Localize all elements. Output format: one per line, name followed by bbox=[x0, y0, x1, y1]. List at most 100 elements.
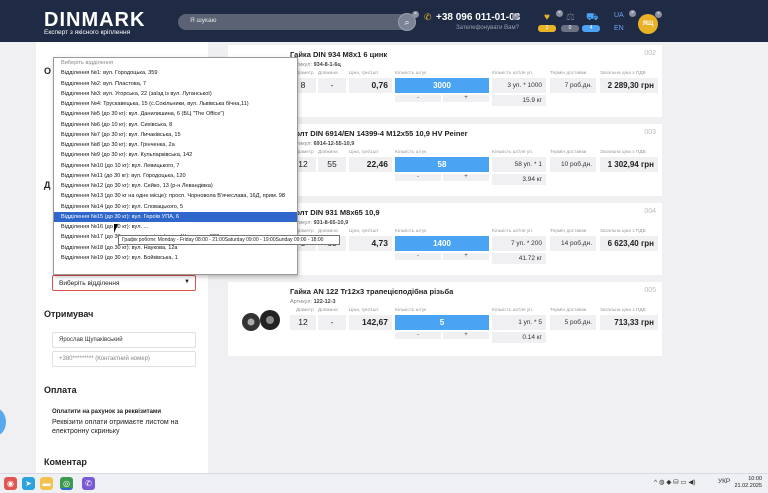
section-heading: О bbox=[44, 66, 52, 76]
increase-button[interactable]: + bbox=[443, 174, 489, 181]
search-input[interactable]: Я шукаю ⌕ bbox=[178, 13, 416, 31]
quantity-input[interactable]: 5 bbox=[395, 315, 489, 330]
product-title[interactable]: Гайка DIN 934 M8x1 6 цинк bbox=[290, 50, 387, 59]
dropdown-option[interactable]: Відділення №12 (до 30 кг): вул. Сейко, 1… bbox=[54, 181, 297, 191]
cart-icon[interactable]: ⛟ bbox=[586, 12, 599, 25]
avatar[interactable]: ЯЩ bbox=[638, 14, 658, 34]
phone-number[interactable]: +38 096 011-01-03 bbox=[436, 12, 520, 23]
dropdown-option[interactable]: Відділення №3: вул. Угорська, 22 (заїзд … bbox=[54, 89, 297, 99]
compare-icon[interactable]: ⚖ bbox=[566, 12, 575, 23]
clock-date: 21.02.2025 bbox=[734, 483, 762, 489]
counter-badge: 4 bbox=[582, 25, 600, 32]
dropdown-option[interactable]: Виберіть відділення bbox=[54, 58, 297, 68]
article-label: Артикул: bbox=[290, 299, 313, 305]
payment-method[interactable]: Оплатити на рахунок за реквізитами bbox=[52, 409, 161, 415]
diameter-value: 12 bbox=[290, 315, 316, 330]
telegram-icon[interactable]: ➤ bbox=[22, 477, 35, 490]
dropdown-option[interactable]: Відділення №4: Трускавецька, 15 (с.Сокіл… bbox=[54, 99, 297, 109]
column-label: Кількість шт/ля уп. bbox=[492, 229, 534, 234]
recipient-phone-field[interactable]: +380********* (Контактний номер) bbox=[52, 351, 196, 367]
close-icon[interactable]: × bbox=[512, 13, 519, 20]
length-value: - bbox=[318, 78, 346, 93]
clock[interactable]: 10:00 21.02.2025 bbox=[734, 476, 762, 490]
dropdown-option[interactable]: Відділення №19 (до 30 кг): вул. Бойківсь… bbox=[54, 253, 297, 263]
payment-note: Реквізити оплати отримаєте листом на еле… bbox=[52, 419, 179, 435]
unit-price: 4,73 bbox=[349, 236, 392, 251]
product-number: 002 bbox=[644, 50, 656, 57]
decrease-button[interactable]: - bbox=[395, 174, 441, 181]
recipient-name-field[interactable]: Ярослав Щупаківський bbox=[52, 332, 196, 348]
counter-badge: 2 bbox=[538, 25, 556, 32]
dropdown-option[interactable]: Відділення №7 (до 30 кг): вул. Личаківсь… bbox=[54, 130, 297, 140]
counter-badge: 0 bbox=[561, 25, 579, 32]
increase-button[interactable]: + bbox=[443, 332, 489, 339]
product-title[interactable]: Болт DIN 931 M8x65 10,9 bbox=[290, 208, 380, 217]
dropdown-option[interactable]: Відділення №14 (до 30 кг): вул. Словацьк… bbox=[54, 202, 297, 212]
dropdown-option[interactable]: Відділення №6 (до 10 кг): вул. Сихівська… bbox=[54, 120, 297, 130]
dropdown-option[interactable]: Відділення №2: вул. Пластова, 7 bbox=[54, 79, 297, 89]
lang-ua[interactable]: UA bbox=[614, 12, 624, 19]
chat-widget[interactable] bbox=[0, 408, 6, 436]
product-title[interactable]: Гайка AN 122 Tr12x3 трапецієподібна різь… bbox=[290, 287, 453, 296]
product-article: Артикул: 122-12-3 bbox=[290, 299, 336, 305]
column-label: Ціна, грн/1шт bbox=[349, 229, 379, 234]
close-icon[interactable]: × bbox=[629, 10, 636, 17]
chrome-icon[interactable]: ◎ bbox=[60, 477, 73, 490]
decrease-button[interactable]: - bbox=[395, 253, 441, 260]
column-label: Термін доставки bbox=[550, 229, 587, 234]
weight-value: 41.72 кг bbox=[492, 253, 546, 264]
product-image[interactable] bbox=[236, 302, 284, 334]
tray-lang[interactable]: УКР bbox=[718, 478, 730, 485]
quantity-stepper: - + bbox=[395, 332, 489, 339]
dropdown-option[interactable]: Відділення №10 (до 10 кг): вул. Левицько… bbox=[54, 161, 297, 171]
product-title[interactable]: Болт DIN 6914/EN 14399-4 M12x55 10,9 HV … bbox=[290, 129, 467, 138]
quantity-input[interactable]: 3000 bbox=[395, 78, 489, 93]
total-price: 2 289,30 грн bbox=[600, 78, 658, 93]
quantity-input[interactable]: 1400 bbox=[395, 236, 489, 251]
close-icon[interactable]: × bbox=[556, 10, 563, 17]
close-icon[interactable]: × bbox=[412, 11, 419, 18]
product-article: Артикул: 931-8-65-10,9 bbox=[290, 220, 348, 226]
decrease-button[interactable]: - bbox=[395, 332, 441, 339]
column-label: Ціна, грн/1шт bbox=[349, 71, 379, 76]
folder-icon[interactable]: ▬ bbox=[40, 477, 53, 490]
product-article: Артикул: 6914-12-55-10,9 bbox=[290, 141, 354, 147]
dropdown-option[interactable]: Відділення №15 (до 30 кг): вул. Героїв У… bbox=[54, 211, 297, 222]
dropdown-option[interactable]: Відділення №16 (до 30 кг): вул. ... bbox=[54, 222, 297, 232]
dropdown-option[interactable]: Відділення №13 (до 30 кг на одне місце):… bbox=[54, 191, 297, 201]
length-value: - bbox=[318, 315, 346, 330]
weight-value: 0.14 кг bbox=[492, 332, 546, 343]
decrease-button[interactable]: - bbox=[395, 95, 441, 102]
increase-button[interactable]: + bbox=[443, 253, 489, 260]
weight-value: 3.94 кг bbox=[492, 174, 546, 185]
increase-button[interactable]: + bbox=[443, 95, 489, 102]
phone-icon: ✆ bbox=[424, 12, 432, 22]
product-card: Гайка AN 122 Tr12x3 трапецієподібна різь… bbox=[228, 282, 662, 356]
dropdown-option[interactable]: Відділення №9 (до 30 кг): вул. Кульпаркі… bbox=[54, 150, 297, 160]
dropdown-option[interactable]: Відділення №8 (до 30 кг): вул. Грінченка… bbox=[54, 140, 297, 150]
product-number: 005 bbox=[644, 287, 656, 294]
dropdown-option[interactable]: Відділення №1: вул. Городоцька, 359 bbox=[54, 68, 297, 78]
tray-icons[interactable]: ^ ◍ ◆ ⛁ ▭ ◀) bbox=[654, 478, 696, 486]
recipient-heading: Отримувач bbox=[44, 309, 94, 319]
unit-price: 142,67 bbox=[349, 315, 392, 330]
mouse-cursor bbox=[114, 224, 122, 233]
viber-icon[interactable]: ✆ bbox=[82, 477, 95, 490]
dropdown-option[interactable]: Відділення №5 (до 30 кг): вул. Данилишин… bbox=[54, 109, 297, 119]
column-label: Термін доставки bbox=[550, 71, 587, 76]
app-icon[interactable]: ◉ bbox=[4, 477, 17, 490]
branch-select[interactable]: Виберіть відділення ▼ bbox=[52, 275, 196, 291]
bulb-icon[interactable]: ♥ bbox=[544, 12, 550, 23]
close-icon[interactable]: × bbox=[655, 11, 662, 18]
quantity-input[interactable]: 58 bbox=[395, 157, 489, 172]
column-label: Загальна ціна з ПДВ bbox=[600, 71, 646, 76]
comment-heading: Коментар bbox=[44, 457, 87, 467]
column-label: Довжина bbox=[318, 308, 338, 313]
column-label: Кількість шт/ля уп. bbox=[492, 71, 534, 76]
lang-en[interactable]: EN bbox=[614, 25, 624, 32]
delivery-term: 10 роб.дн. bbox=[550, 157, 596, 172]
dropdown-option[interactable]: Відділення №11 (до 30 кг): вул. Городоць… bbox=[54, 171, 297, 181]
column-label: Ціна, грн/1шт bbox=[349, 150, 379, 155]
callback-link[interactable]: Зателефонувати Вам? bbox=[456, 25, 519, 31]
total-price: 713,33 грн bbox=[600, 315, 658, 330]
